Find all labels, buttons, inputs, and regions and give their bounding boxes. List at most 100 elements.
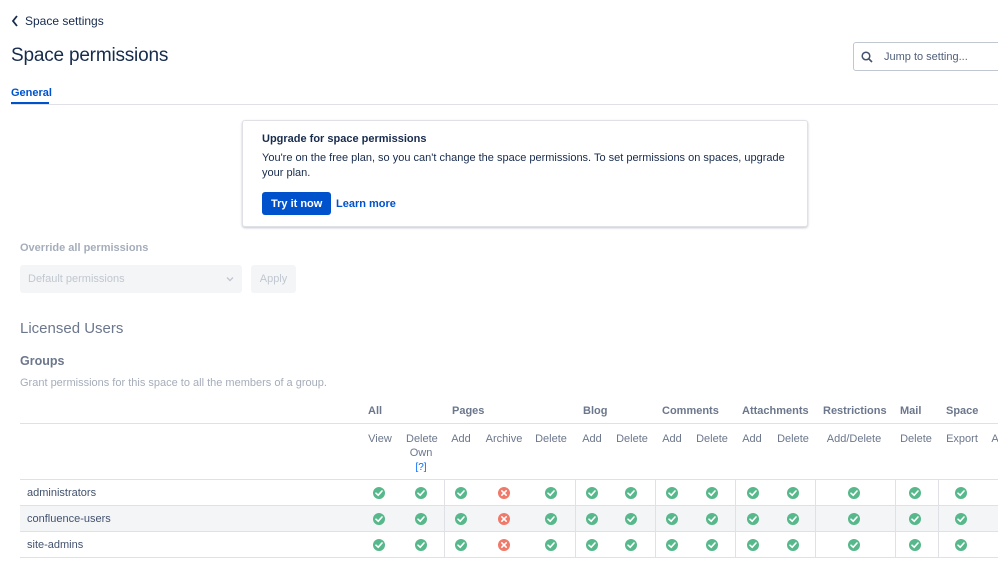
upgrade-card: Upgrade for space permissions You're on … xyxy=(242,120,808,227)
permission-granted-icon xyxy=(414,486,428,500)
column-group-divider xyxy=(575,480,576,558)
column-group-divider xyxy=(815,480,816,558)
search-input[interactable] xyxy=(884,50,994,63)
column-group-divider xyxy=(444,480,445,558)
group-name: confluence-users xyxy=(27,513,111,525)
permission-granted-icon xyxy=(908,538,922,552)
groups-description: Grant permissions for this space to all … xyxy=(20,377,327,389)
permission-granted-icon xyxy=(746,486,760,500)
delete-own-help-link[interactable]: [?] xyxy=(415,462,426,473)
column-header: Add xyxy=(451,433,471,445)
column-header: Delete xyxy=(696,433,728,445)
table-row: site-admins xyxy=(20,532,998,558)
permission-granted-icon xyxy=(544,512,558,526)
permission-denied-icon xyxy=(497,538,511,552)
column-header: Delete xyxy=(535,433,567,445)
table-row: administrators xyxy=(20,480,998,506)
permission-granted-icon xyxy=(746,512,760,526)
category-pages: Pages xyxy=(452,405,485,417)
upgrade-card-title: Upgrade for space permissions xyxy=(262,133,427,145)
column-header-delete-own: Delete Own [?] xyxy=(403,432,439,475)
category-attachments: Attachments xyxy=(742,405,809,417)
column-header: A xyxy=(991,433,998,445)
column-group-divider xyxy=(735,480,736,558)
permission-granted-icon xyxy=(665,512,679,526)
permission-granted-icon xyxy=(847,512,861,526)
column-header: Add xyxy=(742,433,762,445)
chevron-down-icon xyxy=(226,277,234,282)
category-blog: Blog xyxy=(583,405,608,417)
try-it-now-button[interactable]: Try it now xyxy=(262,192,332,215)
table-row: confluence-users xyxy=(20,506,998,532)
permission-granted-icon xyxy=(665,538,679,552)
permission-granted-icon xyxy=(705,538,719,552)
category-mail: Mail xyxy=(900,405,922,417)
column-header: Add xyxy=(662,433,682,445)
column-header: View xyxy=(368,433,392,445)
learn-more-link[interactable]: Learn more xyxy=(336,198,396,210)
permission-granted-icon xyxy=(414,512,428,526)
permission-granted-icon xyxy=(908,486,922,500)
permission-denied-icon xyxy=(497,512,511,526)
back-link-space-settings[interactable]: Space settings xyxy=(11,14,104,28)
permission-granted-icon xyxy=(544,538,558,552)
permission-granted-icon xyxy=(624,512,638,526)
column-header: Add xyxy=(582,433,602,445)
permission-denied-icon xyxy=(497,486,511,500)
permission-granted-icon xyxy=(705,486,719,500)
column-header: Delete xyxy=(900,433,932,445)
permission-granted-icon xyxy=(454,538,468,552)
tab-divider xyxy=(11,104,998,105)
chevron-left-icon xyxy=(11,15,18,27)
column-header: Archive xyxy=(485,433,523,445)
permission-granted-icon xyxy=(585,512,599,526)
permission-granted-icon xyxy=(372,486,386,500)
category-all: All xyxy=(368,405,383,417)
tab-general[interactable]: General xyxy=(11,87,52,99)
permissions-select[interactable]: Default permissions xyxy=(20,265,242,293)
permission-granted-icon xyxy=(544,486,558,500)
permission-granted-icon xyxy=(847,538,861,552)
page-title: Space permissions xyxy=(11,45,169,66)
permission-granted-icon xyxy=(372,512,386,526)
override-permissions-label: Override all permissions xyxy=(20,242,149,254)
permission-granted-icon xyxy=(624,486,638,500)
permission-granted-icon xyxy=(786,512,800,526)
permission-granted-icon xyxy=(954,512,968,526)
column-group-divider xyxy=(938,480,939,558)
permission-granted-icon xyxy=(454,512,468,526)
upgrade-card-body: You're on the free plan, so you can't ch… xyxy=(262,152,785,179)
permission-granted-icon xyxy=(954,486,968,500)
column-header: Add/Delete xyxy=(826,433,882,445)
column-header: Delete xyxy=(616,433,648,445)
category-restrictions: Restrictions xyxy=(823,405,887,417)
category-comments: Comments xyxy=(662,405,719,417)
permission-granted-icon xyxy=(372,538,386,552)
groups-heading: Groups xyxy=(20,354,65,368)
permissions-select-value: Default permissions xyxy=(28,273,125,285)
jump-to-setting-search[interactable] xyxy=(853,42,998,71)
header-divider-top xyxy=(20,423,998,424)
apply-button[interactable]: Apply xyxy=(251,265,296,293)
licensed-users-heading: Licensed Users xyxy=(20,320,124,337)
permission-granted-icon xyxy=(746,538,760,552)
category-space: Space xyxy=(946,405,979,417)
search-icon xyxy=(861,50,873,63)
permission-granted-icon xyxy=(847,486,861,500)
permission-granted-icon xyxy=(624,538,638,552)
permission-granted-icon xyxy=(908,512,922,526)
column-header: Delete xyxy=(777,433,809,445)
permission-granted-icon xyxy=(414,538,428,552)
permission-granted-icon xyxy=(454,486,468,500)
column-header: Delete Own xyxy=(406,433,438,459)
category-header-row: All Pages Blog Comments Attachments Rest… xyxy=(20,402,998,424)
permission-granted-icon xyxy=(705,512,719,526)
column-group-divider xyxy=(655,480,656,558)
column-header: Export xyxy=(946,433,978,445)
permission-granted-icon xyxy=(954,538,968,552)
back-link-label: Space settings xyxy=(25,14,104,28)
group-name: site-admins xyxy=(27,539,84,551)
group-permissions-table: All Pages Blog Comments Attachments Rest… xyxy=(20,402,998,569)
row-divider xyxy=(20,557,998,558)
permission-granted-icon xyxy=(585,486,599,500)
